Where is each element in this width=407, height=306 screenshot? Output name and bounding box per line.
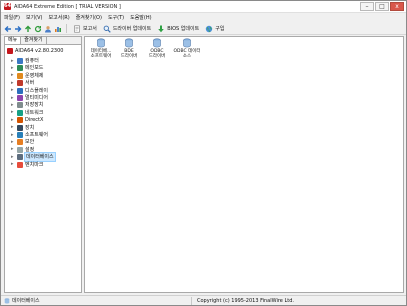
tree-root-label: AIDA64 v2.80.2300 [15, 48, 64, 54]
category-icon [17, 80, 23, 87]
expand-arrow-icon[interactable]: ▸ [11, 88, 15, 93]
category-icon [17, 87, 23, 94]
minimize-button[interactable]: – [360, 2, 374, 11]
expand-arrow-icon[interactable]: ▸ [11, 139, 15, 145]
category-icon [17, 124, 23, 131]
forward-arrow-icon[interactable] [14, 25, 22, 33]
category-icon [17, 72, 23, 79]
magnifier-icon [103, 25, 111, 33]
app-logo-icon: 64 [4, 3, 11, 10]
globe-icon [206, 25, 213, 32]
download-arrow-icon [158, 25, 165, 32]
driver-update-label: 드라이버 업데이트 [112, 26, 152, 32]
window-title: AIDA64 Extreme Edition [ TRIAL VERSION ] [14, 4, 121, 10]
menu-help[interactable]: 도움말(H) [130, 13, 151, 23]
expand-arrow-icon[interactable]: ▸ [11, 132, 15, 138]
category-icon [17, 139, 23, 146]
up-arrow-icon[interactable] [24, 25, 32, 33]
category-icon [17, 95, 23, 101]
category-label: ODBC 드라이버 [143, 49, 171, 59]
tree-root[interactable]: AIDA64 v2.80.2300 [7, 47, 63, 55]
status-copyright: Copyright (c) 1995-2013 FinalWire Ltd. [197, 298, 294, 304]
aida64-icon [7, 48, 13, 54]
expand-arrow-icon[interactable]: ▸ [11, 80, 15, 86]
tab-favorites[interactable]: 즐겨찾기 [21, 37, 47, 44]
bios-update-label: BIOS 업데이트 [167, 26, 200, 32]
tree-item-label: 벤치마크 [25, 161, 44, 168]
category-label-line2: 소스 [182, 54, 192, 59]
driver-update-button[interactable]: 드라이버 업데이트 [101, 24, 153, 34]
category-label-line2: 드라이버 [148, 54, 166, 59]
toolbar-separator [66, 24, 67, 33]
category-database-software[interactable]: 데이터베... 소프트웨어 [87, 38, 115, 62]
app-window: 64 AIDA64 Extreme Edition [ TRIAL VERSIO… [0, 0, 407, 306]
category-icon [17, 102, 23, 109]
expand-arrow-icon[interactable]: ▸ [11, 162, 15, 167]
category-icon [17, 109, 23, 116]
database-icon [183, 38, 191, 48]
expand-arrow-icon[interactable]: ▸ [11, 73, 15, 78]
category-odbc-data-sources[interactable]: ODBC 데이터 소스 [173, 38, 201, 62]
expand-arrow-icon[interactable]: ▸ [11, 102, 15, 108]
category-label: BDE 드라이버 [115, 49, 143, 59]
category-label: 데이터베... 소프트웨어 [87, 49, 115, 59]
menu-tools[interactable]: 도구(T) [108, 13, 124, 23]
maximize-button[interactable]: □ [375, 2, 389, 11]
database-icon [4, 298, 10, 304]
close-button[interactable]: x [390, 2, 404, 11]
tree-item[interactable]: ▸ 벤치마크 [11, 161, 43, 169]
category-label-line2: 소프트웨어 [90, 54, 112, 59]
back-arrow-icon[interactable] [4, 25, 12, 33]
status-current-section: 데이터베이스 [12, 298, 40, 304]
menu-favorites[interactable]: 즐겨찾기(O) [76, 13, 102, 23]
bios-update-button[interactable]: BIOS 업데이트 [155, 24, 201, 34]
menu-bar: 파일(F) 보기(V) 보고서(R) 즐겨찾기(O) 도구(T) 도움말(H) [1, 13, 406, 23]
expand-arrow-icon[interactable]: ▸ [11, 154, 15, 160]
category-icon [17, 132, 23, 138]
buy-button[interactable]: 구입 [203, 24, 226, 34]
toolbar: 보고서 드라이버 업데이트 BIOS 업데이트 구입 [1, 23, 406, 35]
report-button-label: 보고서 [83, 26, 97, 32]
status-bar: 데이터베이스 Copyright (c) 1995-2013 FinalWire… [1, 295, 406, 305]
category-bde-drivers[interactable]: BDE 드라이버 [115, 38, 143, 62]
category-odbc-drivers[interactable]: ODBC 드라이버 [143, 38, 171, 62]
content-pane: 데이터베... 소프트웨어 BDE 드라이버 ODBC 드라이버 ODBC 데이터 소스 [84, 36, 404, 293]
category-icon [17, 65, 23, 72]
category-icon [17, 154, 23, 161]
menu-view[interactable]: 보기(V) [26, 13, 43, 23]
buy-label: 구입 [215, 26, 225, 32]
expand-arrow-icon[interactable]: ▸ [11, 125, 15, 130]
expand-arrow-icon[interactable]: ▸ [11, 110, 15, 115]
title-bar: 64 AIDA64 Extreme Edition [ TRIAL VERSIO… [1, 1, 406, 13]
chart-icon[interactable] [54, 25, 62, 33]
expand-arrow-icon[interactable]: ▸ [11, 117, 15, 123]
expand-arrow-icon[interactable]: ▸ [11, 65, 15, 71]
expand-arrow-icon[interactable]: ▸ [11, 58, 15, 64]
menu-report[interactable]: 보고서(R) [49, 13, 70, 23]
expand-arrow-icon[interactable]: ▸ [11, 147, 15, 152]
database-icon [97, 38, 105, 48]
report-page-icon [74, 25, 80, 33]
database-icon [125, 38, 133, 48]
database-icon [153, 38, 161, 48]
window-controls: – □ x [360, 2, 404, 11]
category-icon [17, 117, 23, 124]
expand-arrow-icon[interactable]: ▸ [11, 95, 15, 101]
category-icon [17, 146, 23, 153]
report-button[interactable]: 보고서 [71, 24, 99, 34]
nav-tabs: 메뉴 즐겨찾기 [5, 37, 81, 45]
status-divider [191, 297, 192, 305]
refresh-icon[interactable] [34, 25, 42, 33]
menu-file[interactable]: 파일(F) [4, 13, 20, 23]
category-icon [17, 161, 23, 168]
category-icon [17, 58, 23, 64]
navigation-pane: 메뉴 즐겨찾기 AIDA64 v2.80.2300 ▸ 컴퓨터 ▸ 메인보드 ▸ 운영체제… [4, 36, 82, 293]
category-label: ODBC 데이터 소스 [173, 49, 201, 59]
category-label-line2: 드라이버 [120, 54, 138, 59]
user-icon[interactable] [44, 25, 52, 33]
tab-menu[interactable]: 메뉴 [5, 37, 22, 44]
